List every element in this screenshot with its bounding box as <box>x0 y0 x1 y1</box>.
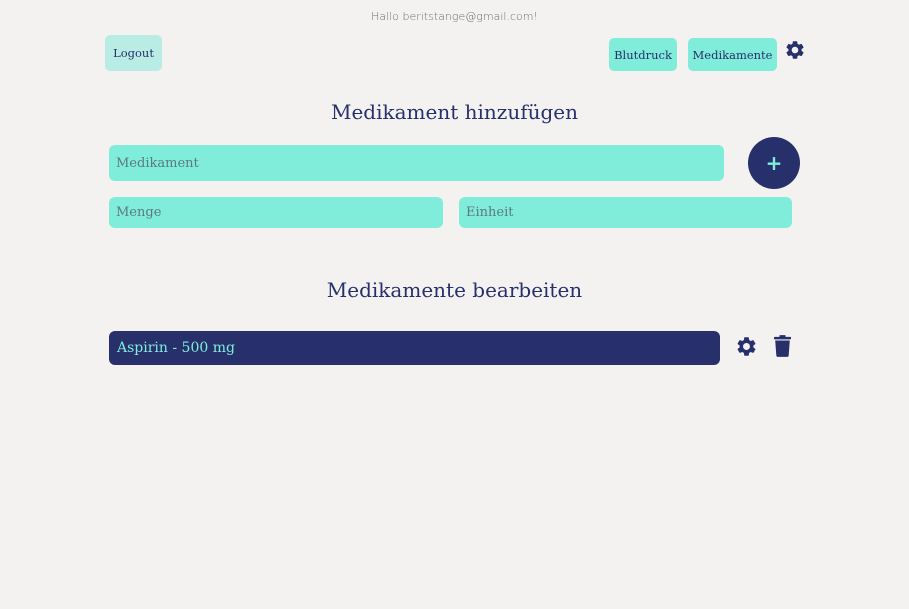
menge-input[interactable] <box>109 197 443 228</box>
einheit-input[interactable] <box>459 197 792 228</box>
add-medikament-button[interactable]: + <box>748 137 800 189</box>
greeting-text: Hallo beritstange@gmail.com! <box>371 10 538 23</box>
gear-icon[interactable] <box>735 335 758 358</box>
edit-section-title: Medikamente bearbeiten <box>326 278 583 302</box>
medication-label: Aspirin - 500 mg <box>117 340 235 356</box>
trash-icon[interactable] <box>774 335 791 357</box>
nav-blutdruck-button[interactable]: Blutdruck <box>609 38 677 71</box>
add-section-title: Medikament hinzufügen <box>330 100 578 124</box>
medikament-input[interactable] <box>109 145 724 181</box>
medication-list-item[interactable]: Aspirin - 500 mg <box>109 331 720 365</box>
nav-medikamente-button[interactable]: Medikamente <box>688 38 777 71</box>
gear-icon[interactable] <box>784 39 806 61</box>
logout-button[interactable]: Logout <box>105 35 162 71</box>
